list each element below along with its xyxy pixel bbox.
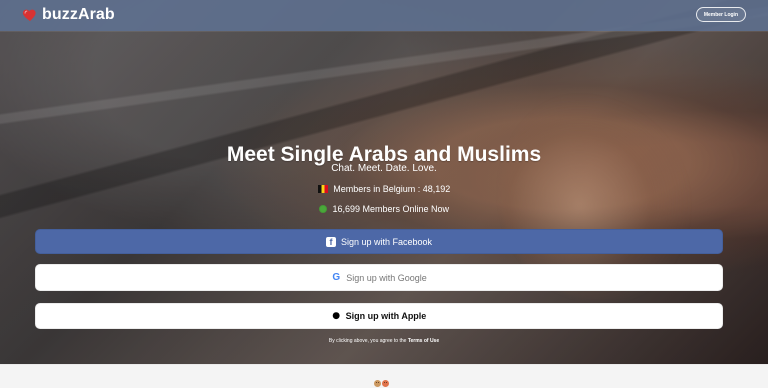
apple-icon: ●	[332, 311, 341, 321]
terms-disclaimer-prefix: By clicking above, you agree to the	[328, 338, 407, 344]
belgium-flag-icon	[317, 185, 328, 193]
member-login-button[interactable]: Member Login	[695, 7, 746, 22]
top-navigation-bar: buzzArab Member Login	[0, 0, 768, 31]
signup-facebook-label: Sign up with Facebook	[340, 236, 433, 247]
terms-disclaimer: By clicking above, you agree to the Term…	[0, 338, 768, 345]
country-member-count-text: Members in Belgium : 48,192	[333, 184, 451, 194]
online-member-count: 16,699 Members Online Now	[0, 204, 768, 215]
footer-strip	[0, 364, 768, 388]
hero-tagline: Chat. Meet. Date. Love.	[331, 163, 437, 174]
man-icon	[374, 380, 381, 387]
signup-google-label: Sign up with Google	[346, 272, 427, 283]
country-member-count: Members in Belgium : 48,192	[0, 184, 768, 195]
signup-google-button[interactable]: G Sign up with Google	[35, 264, 723, 291]
terms-of-use-link[interactable]: Terms of Use	[408, 338, 439, 344]
brand-name: buzzArab	[42, 6, 115, 23]
signup-apple-label: Sign up with Apple	[345, 311, 427, 321]
footer-couple-icons	[374, 380, 389, 387]
signup-hero-content: Meet Single Arabs and Muslims Chat. Meet…	[0, 0, 768, 364]
online-dot-icon	[318, 205, 327, 213]
online-member-count-text: 16,699 Members Online Now	[332, 204, 450, 214]
facebook-icon: f	[325, 236, 336, 247]
signup-facebook-button[interactable]: f Sign up with Facebook	[35, 229, 723, 254]
brand-logo[interactable]: buzzArab	[22, 6, 115, 24]
heart-icon	[22, 9, 36, 21]
google-icon: G	[332, 271, 341, 283]
signup-apple-button[interactable]: ● Sign up with Apple	[35, 303, 723, 329]
woman-icon	[382, 380, 389, 387]
landing-page: buzzArab Member Login Meet Single Arabs …	[0, 0, 768, 388]
